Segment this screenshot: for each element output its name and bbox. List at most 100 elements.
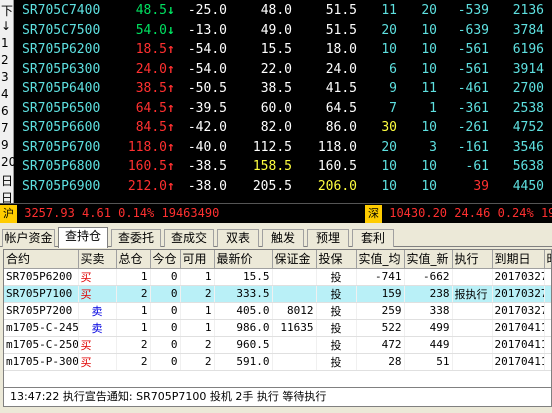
cell-extra [544, 268, 551, 286]
cell-contract: SR705P7100 [4, 285, 79, 303]
tab-4[interactable]: 查成交 [164, 229, 214, 247]
tab-8[interactable]: 套利 [352, 229, 394, 247]
arrow-down-icon: ↓ [167, 3, 175, 18]
cell-side: 买 [78, 285, 117, 303]
column-header[interactable]: 保证金 [272, 250, 317, 269]
arrow-up-icon: ↑ [167, 100, 175, 116]
quote-name: SR705P6400 [22, 81, 101, 96]
cell-exercise: 报执行 [452, 285, 493, 303]
quote-ask-volume: 1 [429, 100, 437, 116]
quote-volume: 2136 [512, 3, 544, 18]
column-header[interactable]: 投保 [316, 250, 357, 269]
column-header[interactable]: 到期日 [492, 250, 545, 269]
index-bar: 沪 3257.93 4.61 0.14% 19463490 深 10430.20… [0, 203, 552, 223]
left-strip-label: 下 [1, 4, 14, 18]
column-header[interactable]: 实值_均 [356, 250, 405, 269]
cell-extra [544, 353, 551, 371]
cell-total: 2 [116, 353, 151, 371]
column-header[interactable]: 时 [544, 250, 551, 269]
quote-last-price: 38.5 [135, 81, 167, 96]
cell-today: 0 [150, 319, 181, 337]
shanghai-index: 沪 3257.93 4.61 0.14% 19463490 [0, 204, 219, 223]
quote-change: -38.5 [187, 159, 227, 174]
column-header[interactable]: 今仓 [150, 250, 181, 269]
quote-row[interactable]: SR705C7500 54.0 ↓ -13.0 49.0 51.5 20 10 -639 3784 [14, 21, 552, 40]
quote-row[interactable]: SR705P6500 64.5 ↑ -39.5 60.0 64.5 7 1 -361 2538 [14, 99, 552, 118]
column-header[interactable]: 执行 [452, 250, 493, 269]
quote-ask-volume: 10 [421, 22, 437, 38]
column-header[interactable]: 最新价 [214, 250, 273, 269]
quote-name: SR705P6300 [22, 61, 101, 77]
quote-volume: 4450 [512, 178, 544, 194]
cell-side: 卖 [78, 319, 117, 337]
table-row[interactable]: SR705P6200 买 1 0 1 15.5 投 -741 -662 20170327 [4, 268, 551, 286]
tab-2[interactable]: 查持仓 [58, 227, 108, 248]
table-header-row: 合约买卖总仓今仓可用最新价保证金投保实值_均实值_新执行到期日时 [4, 250, 551, 269]
quote-ask: 24.0 [325, 61, 357, 77]
tab-6[interactable]: 触发 [262, 229, 304, 247]
quote-row[interactable]: SR705P6900 212.0 ↑ -38.0 205.5 206.0 10 10 39 445… [14, 177, 552, 196]
quote-last-price: 84.5 [135, 120, 167, 135]
table-row[interactable]: m1705-C-2450 卖 1 0 1 986.0 11635 投 522 499 2017041… [4, 319, 551, 337]
cell-expiry: 20170327 [492, 302, 545, 320]
quote-ask: 41.5 [325, 81, 357, 96]
quote-ask-volume: 10 [421, 42, 437, 57]
cell-last: 986.0 [214, 319, 273, 337]
table-body: SR705P6200 买 1 0 1 15.5 投 -741 -662 20170327 SR705… [4, 268, 551, 371]
tab-7[interactable]: 预埋 [307, 229, 349, 247]
quote-name: SR705P6500 [22, 100, 101, 116]
table-row[interactable]: m1705-C-2500 买 2 0 2 960.5 投 472 449 20170411 [4, 336, 551, 354]
cell-itm-new: 338 [404, 302, 453, 320]
quote-row[interactable]: SR705P6700 118.0 ↑ -40.0 112.5 118.0 20 3 -161 35… [14, 138, 552, 157]
cell-today: 0 [150, 302, 181, 320]
table-row[interactable]: m1705-P-3000 买 2 0 2 591.0 投 28 51 20170411 [4, 353, 551, 371]
quote-last-price: 118.0 [127, 139, 167, 155]
cell-margin: 8012 [272, 302, 317, 320]
column-header[interactable]: 实值_新 [404, 250, 453, 269]
left-strip-label: 6 [1, 104, 9, 118]
table-row[interactable]: SR705P7100 买 2 0 2 333.5 投 159 238 报执行 20170327 [4, 285, 551, 303]
quote-name: SR705P6700 [22, 139, 101, 155]
quote-row[interactable]: SR705P6600 84.5 ↑ -42.0 82.0 86.0 30 10 -261 4752 [14, 118, 552, 137]
arrow-down-icon: ↓ [167, 22, 175, 38]
quote-oi-change: -261 [457, 120, 489, 135]
tab-bar: 帐户资金 查持仓 查委托 查成交 双表 触发 预埋 套利 [0, 227, 552, 248]
quote-bid-volume: 11 [381, 3, 397, 18]
cell-last: 405.0 [214, 302, 273, 320]
quote-bid: 49.0 [260, 22, 292, 38]
quote-ask-volume: 10 [421, 61, 437, 77]
quote-ask: 51.5 [325, 3, 357, 18]
arrow-up-icon: ↑ [167, 120, 175, 135]
cell-exercise [452, 319, 493, 337]
cell-hedge: 投 [316, 336, 357, 354]
quote-row[interactable]: SR705P6300 24.0 ↑ -54.0 22.0 24.0 6 10 -561 3914 [14, 60, 552, 79]
cell-exercise [452, 268, 493, 286]
quote-change: -40.0 [187, 139, 227, 155]
quote-row[interactable]: SR705P6400 38.5 ↑ -50.5 38.5 41.5 9 11 -461 2700 [14, 79, 552, 98]
quote-row[interactable]: SR705P6800 160.5 ↑ -38.5 158.5 160.5 10 10 -61 56… [14, 157, 552, 176]
cell-total: 1 [116, 268, 151, 286]
cell-contract: SR705P6200 [4, 268, 79, 286]
cell-margin [272, 336, 317, 354]
cell-exercise [452, 302, 493, 320]
left-sidebar-strip: 下 ↓ 1 2 3 4 6 7 9 20 日日 [0, 0, 16, 205]
quote-row[interactable]: SR705C7400 48.5 ↓ -25.0 48.0 51.5 11 20 -539 2136 [14, 1, 552, 20]
left-strip-label: 4 [1, 87, 9, 101]
column-header[interactable]: 总仓 [116, 250, 151, 269]
quote-row[interactable]: SR705P6200 18.5 ↑ -54.0 15.5 18.0 10 10 -561 6196 [14, 40, 552, 59]
cell-extra [544, 285, 551, 303]
tab-3[interactable]: 查委托 [111, 229, 161, 247]
quote-ask-volume: 11 [421, 81, 437, 96]
column-header[interactable]: 可用 [180, 250, 215, 269]
column-header[interactable]: 买卖 [78, 250, 117, 269]
quote-name: SR705P6600 [22, 120, 101, 135]
tab-1[interactable]: 帐户资金 [2, 229, 55, 247]
cell-extra [544, 336, 551, 354]
cell-side: 卖 [78, 302, 117, 320]
column-header[interactable]: 合约 [4, 250, 79, 269]
tab-5[interactable]: 双表 [217, 229, 259, 247]
cell-contract: m1705-C-2500 [4, 336, 79, 354]
cell-today: 0 [150, 285, 181, 303]
cell-contract: m1705-C-2450 [4, 319, 79, 337]
table-row[interactable]: SR705P7200 卖 1 0 1 405.0 8012 投 259 338 20170327 [4, 302, 551, 320]
